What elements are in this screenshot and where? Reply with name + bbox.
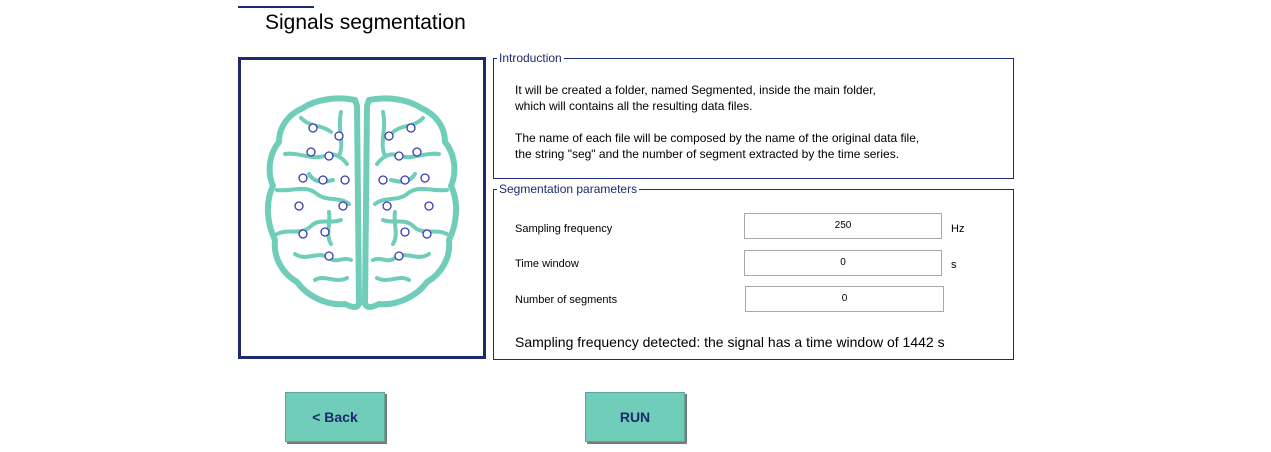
time-window-input[interactable]: 0 bbox=[744, 250, 942, 276]
run-button[interactable]: RUN bbox=[585, 392, 685, 442]
sampling-frequency-label: Sampling frequency bbox=[515, 223, 613, 235]
number-of-segments-label: Number of segments bbox=[515, 294, 618, 306]
time-window-unit: s bbox=[951, 259, 957, 271]
sampling-frequency-unit: Hz bbox=[951, 223, 965, 235]
intro-line-2: which will contains all the resulting da… bbox=[515, 99, 753, 113]
title-rule bbox=[238, 6, 314, 8]
parameters-legend: Segmentation parameters bbox=[499, 182, 638, 196]
segmentation-parameters-group: Segmentation parameters Sampling frequen… bbox=[493, 182, 1014, 360]
sampling-frequency-input[interactable]: 250 bbox=[744, 213, 942, 239]
introduction-legend: Introduction bbox=[499, 51, 562, 65]
page-title: Signals segmentation bbox=[265, 11, 466, 34]
introduction-group: Introduction It will be created a folder… bbox=[493, 51, 1014, 179]
time-window-label: Time window bbox=[515, 258, 579, 270]
brain-icon bbox=[265, 95, 459, 310]
detected-message: Sampling frequency detected: the signal … bbox=[515, 334, 945, 350]
intro-line-3: The name of each file will be composed b… bbox=[515, 131, 920, 145]
back-button[interactable]: < Back bbox=[285, 392, 385, 442]
number-of-segments-input[interactable]: 0 bbox=[745, 286, 944, 312]
brain-image-panel bbox=[238, 57, 486, 359]
intro-line-4: the string "seg" and the number of segme… bbox=[515, 147, 900, 161]
intro-line-1: It will be created a folder, named Segme… bbox=[515, 83, 876, 97]
